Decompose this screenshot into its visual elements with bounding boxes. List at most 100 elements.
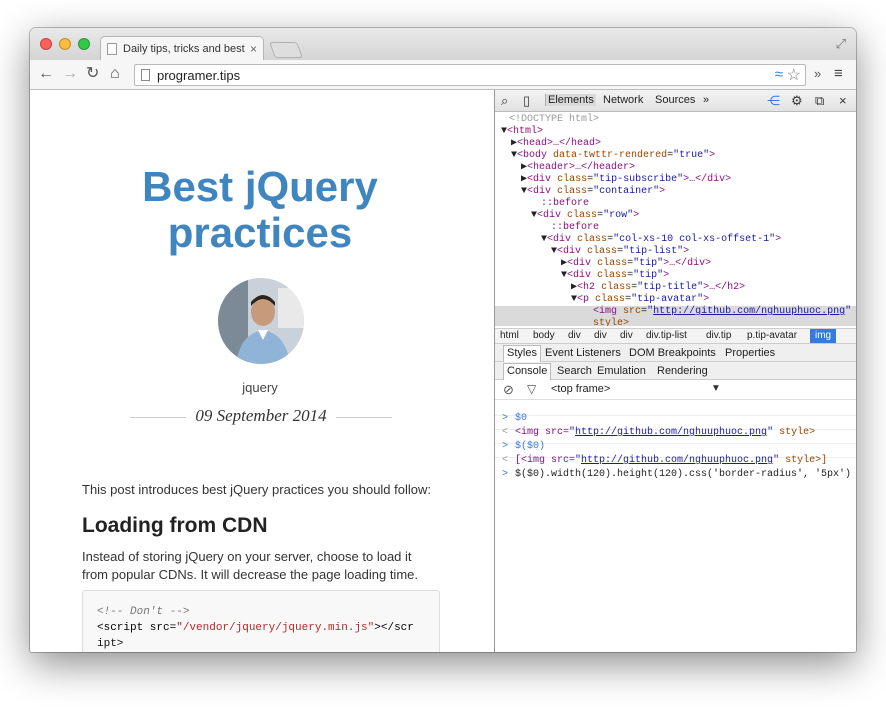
home-icon[interactable]: ⌂ xyxy=(110,65,120,83)
settings-gear-icon[interactable]: ⚙ xyxy=(791,93,803,109)
post-title-line-1: Best jQuery xyxy=(142,163,378,210)
tab-sources[interactable]: Sources xyxy=(655,94,695,106)
console-drawer-icon[interactable]: ⋲ xyxy=(767,93,780,109)
tab-elements[interactable]: Elements xyxy=(545,94,596,106)
dom-node-div-tip-collapsed[interactable]: ▶<div class="tip">…</div> xyxy=(561,258,711,270)
clear-console-icon[interactable]: ⊘ xyxy=(503,382,514,398)
breadcrumb-div-1[interactable]: div xyxy=(568,330,581,341)
code-comment: <!-- Don't --> xyxy=(97,606,190,618)
page-favicon-icon xyxy=(107,42,117,55)
browser-toolbar: ← → ↻ ⌂ programer.tips ≈ ☆ » ≡ xyxy=(30,60,856,90)
dom-header-tag: <header>…</header> xyxy=(527,162,636,173)
dom-node-h2[interactable]: ▶<h2 class="tip-title">…</h2> xyxy=(571,282,745,294)
address-bar[interactable]: programer.tips ≈ ☆ xyxy=(134,64,806,86)
minimize-window-button[interactable] xyxy=(59,38,71,50)
dom-tree: <!DOCTYPE html> ▼<html> ▶<head>…</head> … xyxy=(495,112,856,326)
tab-dom-breakpoints[interactable]: DOM Breakpoints xyxy=(629,347,716,359)
filter-icon[interactable]: ▽ xyxy=(527,382,536,396)
dom-subscribe-val: "tip-subscribe" xyxy=(593,174,684,185)
paragraph-line-2: from popular CDNs. It will decrease the … xyxy=(82,567,418,582)
tab-rendering[interactable]: Rendering xyxy=(657,365,708,377)
breadcrumb-img[interactable]: img xyxy=(810,329,837,343)
console-line-4[interactable]: < [<img src="http://github.com/nghuuphuoc… xyxy=(495,444,856,466)
dom-node-div-container[interactable]: ▼<div class="container"> xyxy=(521,186,665,198)
tab-network[interactable]: Network xyxy=(603,94,643,106)
dom-node-div-row[interactable]: ▼<div class="row"> xyxy=(531,210,639,222)
dom-col-val: "col-xs-10 col-xs-offset-1" xyxy=(613,234,776,245)
breadcrumb-div-2[interactable]: div xyxy=(594,330,607,341)
dom-node-div-col[interactable]: ▼<div class="col-xs-10 col-xs-offset-1"> xyxy=(541,234,781,246)
console-line-2[interactable]: < <img src="http://github.com/nghuuphuoc.… xyxy=(495,416,856,438)
breadcrumb-body[interactable]: body xyxy=(533,330,555,341)
dom-container-val: "container" xyxy=(593,186,660,197)
dom-node-div-subscribe[interactable]: ▶<div class="tip-subscribe">…</div> xyxy=(521,174,731,186)
browser-tab[interactable]: Daily tips, tricks and best × xyxy=(100,36,264,60)
console-line-3[interactable]: > $($0) xyxy=(495,430,856,452)
close-window-button[interactable] xyxy=(40,38,52,50)
url-text[interactable]: programer.tips xyxy=(157,68,240,83)
dom-tip-val-1: "tip" xyxy=(633,258,664,269)
console-line-1[interactable]: > $0 xyxy=(495,402,856,424)
device-mode-icon[interactable]: ▯ xyxy=(523,93,530,109)
dom-node-html[interactable]: ▼<html> xyxy=(501,126,543,138)
dom-node-head[interactable]: ▶<head>…</head> xyxy=(511,138,601,150)
dom-body-attr: data-twttr-rendered xyxy=(553,150,668,161)
post-title: Best jQuery practices xyxy=(30,164,490,256)
dom-pseudo-before-2[interactable]: ::before xyxy=(551,222,599,234)
frame-dropdown-icon[interactable]: ▼ xyxy=(711,383,721,394)
dom-doctype[interactable]: <!DOCTYPE html> xyxy=(509,114,599,126)
bookmark-star-icon[interactable]: ☆ xyxy=(787,65,801,85)
post-title-line-2: practices xyxy=(167,209,353,256)
breadcrumb-div-tiplist[interactable]: div.tip-list xyxy=(646,330,687,341)
dom-body-val: "true" xyxy=(673,150,710,161)
menu-icon[interactable]: ≡ xyxy=(834,65,843,82)
dom-html-tag: <html> xyxy=(507,126,544,137)
dom-pseudo-before-1[interactable]: ::before xyxy=(541,198,589,210)
breadcrumb-div-3[interactable]: div xyxy=(620,330,633,341)
dom-img-src-link[interactable]: http://github.com/nghuuphuoc.png xyxy=(653,306,845,317)
frame-selector[interactable]: <top frame> xyxy=(551,383,610,395)
avatar-photo xyxy=(218,278,304,364)
dom-node-header[interactable]: ▶<header>…</header> xyxy=(521,162,635,174)
tab-emulation[interactable]: Emulation xyxy=(597,365,646,377)
dom-node-div-tiplist[interactable]: ▼<div class="tip-list"> xyxy=(551,246,689,258)
tab-styles[interactable]: Styles xyxy=(503,345,541,362)
dom-attr-class: class xyxy=(557,174,588,185)
code-line-2: <script src="/vendor/jquery/jquery.min.j… xyxy=(97,620,425,636)
new-tab-button[interactable] xyxy=(269,42,303,58)
reload-icon[interactable]: ↻ xyxy=(86,65,99,83)
dom-node-body[interactable]: ▼<body data-twttr-rendered="true"> xyxy=(511,150,715,162)
console-line-5[interactable]: > $($0).width(120).height(120).css('borde… xyxy=(495,458,856,480)
fullscreen-icon[interactable]: ⤢ xyxy=(836,36,846,52)
back-arrow-icon[interactable]: ← xyxy=(38,65,54,83)
console-cmd-5[interactable]: $($0).width(120).height(120).css('border… xyxy=(515,469,851,480)
breadcrumb-div-tip[interactable]: div.tip xyxy=(706,330,731,341)
more-extensions-icon[interactable]: » xyxy=(814,66,821,81)
post-date: 09 September 2014 xyxy=(195,406,327,425)
author-avatar[interactable] xyxy=(218,278,304,364)
dock-side-icon[interactable]: ⧉ xyxy=(815,93,824,109)
forward-arrow-icon[interactable]: → xyxy=(62,65,78,83)
post-category[interactable]: jquery xyxy=(30,380,490,395)
extension-icon[interactable]: ≈ xyxy=(775,66,783,83)
tab-close-icon[interactable]: × xyxy=(250,42,257,56)
more-panels-icon[interactable]: » xyxy=(703,94,709,106)
breadcrumb-html[interactable]: html xyxy=(500,330,519,341)
tab-properties[interactable]: Properties xyxy=(725,347,775,359)
dom-node-p[interactable]: ▼<p class="tip-avatar"> xyxy=(571,294,709,306)
dom-tiplist-val: "tip-list" xyxy=(623,246,684,257)
tab-search[interactable]: Search xyxy=(557,365,592,377)
console-toolbar: ⊘ ▽ <top frame> ▼ xyxy=(495,380,856,400)
code-script-open: <script src= xyxy=(97,622,177,634)
tab-event-listeners[interactable]: Event Listeners xyxy=(545,347,621,359)
dom-node-img-selected[interactable]: <img src="http://github.com/nghuuphuoc.p… xyxy=(495,306,856,326)
zoom-window-button[interactable] xyxy=(78,38,90,50)
web-page: Best jQuery practices jquery 09 Septembe… xyxy=(30,90,494,652)
tab-strip: Daily tips, tricks and best × ⤢ xyxy=(30,28,856,60)
dom-node-div-tip[interactable]: ▼<div class="tip"> xyxy=(561,270,669,282)
close-devtools-icon[interactable]: × xyxy=(839,93,847,108)
tab-console[interactable]: Console xyxy=(503,363,552,380)
breadcrumb-p-tipavatar[interactable]: p.tip-avatar xyxy=(747,330,797,341)
code-block: <!-- Don't --> <script src="/vendor/jque… xyxy=(82,590,440,652)
inspect-search-icon[interactable]: ⌕ xyxy=(501,93,508,109)
